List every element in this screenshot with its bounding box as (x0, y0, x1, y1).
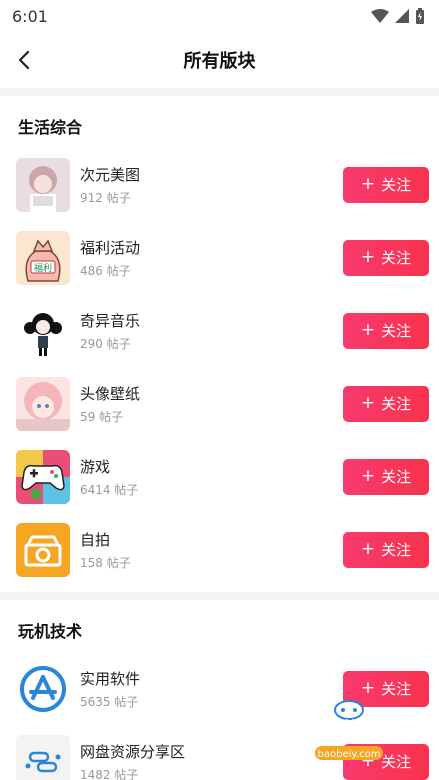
back-button[interactable] (12, 48, 36, 72)
list-item[interactable]: 福利 福利活动 486 帖子 + 关注 (0, 221, 439, 294)
chevron-left-icon (18, 50, 30, 70)
plus-icon: + (360, 174, 376, 194)
item-name: 自拍 (80, 530, 111, 549)
list-item[interactable]: 奇异音乐 290 帖子 + 关注 (0, 294, 439, 367)
lucky-bag-thumb: 福利 (16, 230, 70, 285)
item-info: 奇异音乐 290 帖子 (80, 310, 343, 352)
follow-label: 关注 (381, 468, 412, 486)
list-item[interactable]: 自拍 158 帖子 + 关注 (0, 513, 439, 586)
follow-label: 关注 (381, 322, 412, 340)
item-info: 游戏 6414 帖子 (80, 456, 343, 498)
anime-girl-thumb (16, 157, 70, 212)
battery-icon (416, 8, 424, 24)
item-count: 912 帖子 (80, 190, 131, 205)
plus-icon: + (360, 539, 376, 559)
item-info: 福利活动 486 帖子 (80, 237, 343, 279)
follow-label: 关注 (381, 395, 412, 413)
item-name: 福利活动 (80, 238, 141, 257)
plus-icon: + (360, 393, 376, 413)
gamepad-thumb (16, 449, 70, 504)
item-count: 158 帖子 (80, 555, 131, 570)
list-item[interactable]: 游戏 6414 帖子 + 关注 (0, 440, 439, 513)
follow-button[interactable]: + 关注 (343, 166, 429, 203)
section-life: 生活综合 次元美图 912 帖子 + 关注 福利 福利活动 486 帖子 + 关… (0, 96, 439, 586)
follow-button[interactable]: + 关注 (343, 531, 429, 568)
list-item[interactable]: 次元美图 912 帖子 + 关注 (0, 148, 439, 221)
item-name: 奇异音乐 (80, 311, 141, 330)
svg-text:baobeiy.com: baobeiy.com (318, 749, 381, 760)
follow-label: 关注 (381, 249, 412, 267)
item-name: 游戏 (80, 457, 111, 476)
wifi-icon (371, 9, 389, 23)
follow-label: 关注 (381, 176, 412, 194)
watermark-logo: 宝贝游戏网 baobeiy.com (289, 694, 409, 766)
camera-thumb (16, 522, 70, 577)
item-info: 头像壁纸 59 帖子 (80, 383, 343, 425)
item-count: 59 帖子 (80, 409, 124, 424)
section-title: 玩机技术 (18, 622, 83, 641)
section-title: 生活综合 (18, 118, 83, 137)
item-count: 6414 帖子 (80, 482, 139, 497)
cloud-link-thumb (16, 734, 70, 780)
item-info: 自拍 158 帖子 (80, 529, 343, 571)
follow-label: 关注 (381, 541, 412, 559)
plus-icon: + (360, 466, 376, 486)
chibi-girl-thumb (16, 303, 70, 358)
item-count: 290 帖子 (80, 336, 131, 351)
item-name: 头像壁纸 (80, 384, 141, 403)
divider (0, 88, 439, 96)
item-info: 次元美图 912 帖子 (80, 164, 343, 206)
item-name: 实用软件 (80, 669, 141, 688)
signal-icon (395, 9, 409, 23)
follow-button[interactable]: + 关注 (343, 239, 429, 276)
app-store-thumb (16, 661, 70, 716)
status-bar: 6:01 (0, 0, 439, 32)
follow-button[interactable]: + 关注 (343, 385, 429, 422)
status-time: 6:01 (12, 6, 48, 26)
list-item[interactable]: 头像壁纸 59 帖子 + 关注 (0, 367, 439, 440)
plus-icon: + (360, 247, 376, 267)
page-title: 所有版块 (183, 51, 256, 72)
svg-text:宝贝游戏网: 宝贝游戏网 (294, 719, 404, 745)
item-count: 1482 帖子 (80, 767, 139, 780)
svg-text:福利: 福利 (34, 262, 52, 274)
item-count: 486 帖子 (80, 263, 131, 278)
divider (0, 592, 439, 600)
follow-button[interactable]: + 关注 (343, 458, 429, 495)
pink-hair-girl-thumb (16, 376, 70, 431)
status-icons (371, 8, 425, 24)
item-name: 次元美图 (80, 165, 141, 184)
follow-button[interactable]: + 关注 (343, 312, 429, 349)
nav-bar: 所有版块 (0, 32, 439, 88)
plus-icon: + (360, 320, 376, 340)
